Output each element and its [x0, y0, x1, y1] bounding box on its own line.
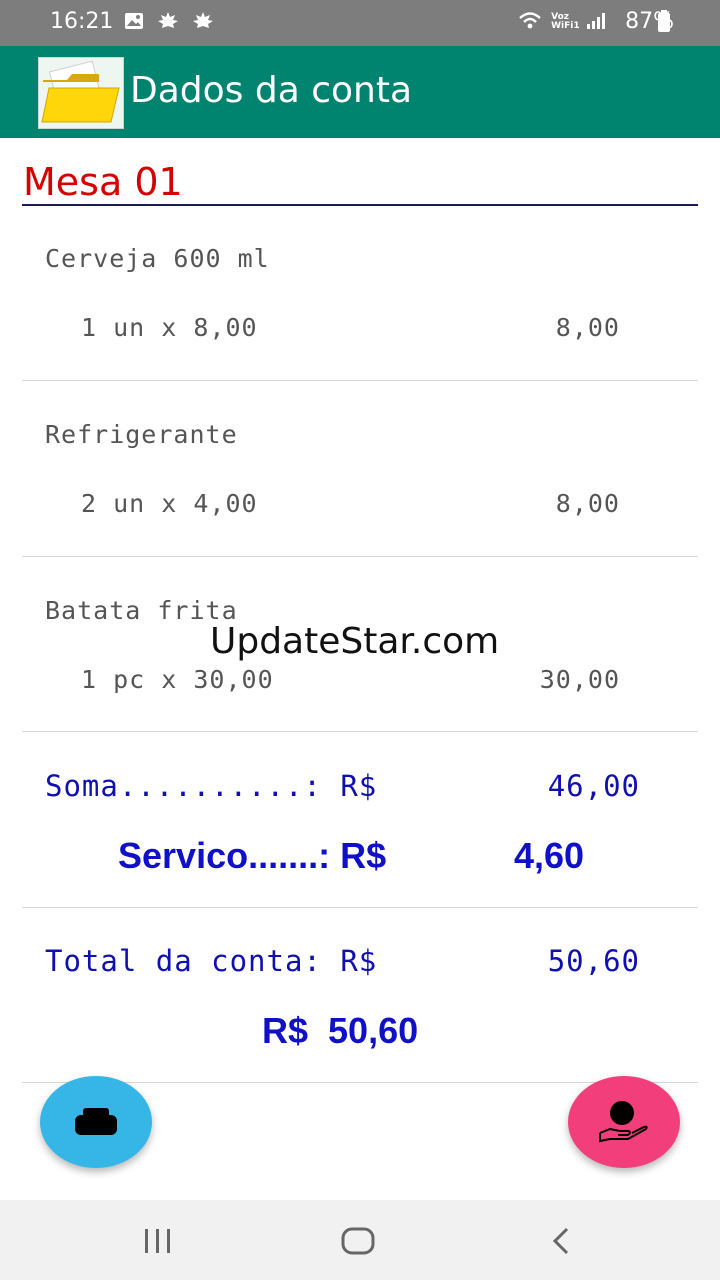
folder-icon — [38, 57, 124, 129]
list-item-quantity: 1 pc x 30,00 — [81, 665, 274, 694]
app-bar: Dados da conta — [0, 46, 720, 138]
subtotal-value: 46,00 — [547, 769, 640, 803]
recents-icon[interactable] — [142, 1226, 174, 1256]
list-item-quantity: 2 un x 4,00 — [81, 489, 258, 518]
list-item-total: 8,00 — [555, 489, 620, 518]
divider — [22, 907, 698, 908]
list-item-name: Cerveja 600 ml — [45, 244, 270, 273]
list-item-name: Batata frita — [45, 596, 238, 625]
notification-icons — [124, 11, 222, 31]
wifi-icon — [519, 12, 541, 29]
subtotal-label: Soma..........: R$ — [45, 769, 378, 803]
gallery-icon — [125, 13, 143, 29]
list-item-total: 30,00 — [539, 665, 620, 694]
table-title: Mesa 01 — [23, 160, 183, 204]
watermark: UpdateStar.com — [210, 621, 500, 662]
printer-icon — [75, 1108, 117, 1135]
payment-button[interactable] — [568, 1076, 680, 1168]
back-icon[interactable] — [548, 1226, 574, 1256]
home-icon[interactable] — [340, 1226, 376, 1256]
total-label: Total da conta: R$ — [45, 944, 378, 978]
grand-total: R$ 50,60 — [262, 1010, 419, 1051]
maple-leaf-icon — [193, 12, 214, 28]
voz-wifi-label: Voz WiFi1 — [551, 13, 580, 31]
print-button[interactable] — [40, 1076, 152, 1168]
service-label: Servico.......: R$ — [118, 835, 387, 876]
total-value: 50,60 — [547, 944, 640, 978]
navigation-bar — [0, 1200, 720, 1280]
title-underline — [22, 204, 698, 206]
wifi-label: WiFi1 — [551, 21, 580, 31]
list-item-name: Refrigerante — [45, 420, 238, 449]
maple-leaf-icon — [158, 12, 179, 28]
battery-icon — [658, 10, 670, 32]
signal-icon — [586, 13, 605, 29]
app-title: Dados da conta — [130, 70, 413, 111]
hand-coin-icon — [599, 1101, 648, 1143]
divider — [22, 556, 698, 557]
status-time: 16:21 — [50, 9, 114, 34]
status-bar: 16:21 Voz WiFi1 87% — [0, 0, 720, 46]
list-item-quantity: 1 un x 8,00 — [81, 313, 258, 342]
divider — [22, 380, 698, 381]
connectivity-icons: Voz WiFi1 — [518, 11, 611, 31]
service-value: 4,60 — [514, 835, 585, 876]
divider — [22, 731, 698, 732]
list-item-total: 8,00 — [555, 313, 620, 342]
